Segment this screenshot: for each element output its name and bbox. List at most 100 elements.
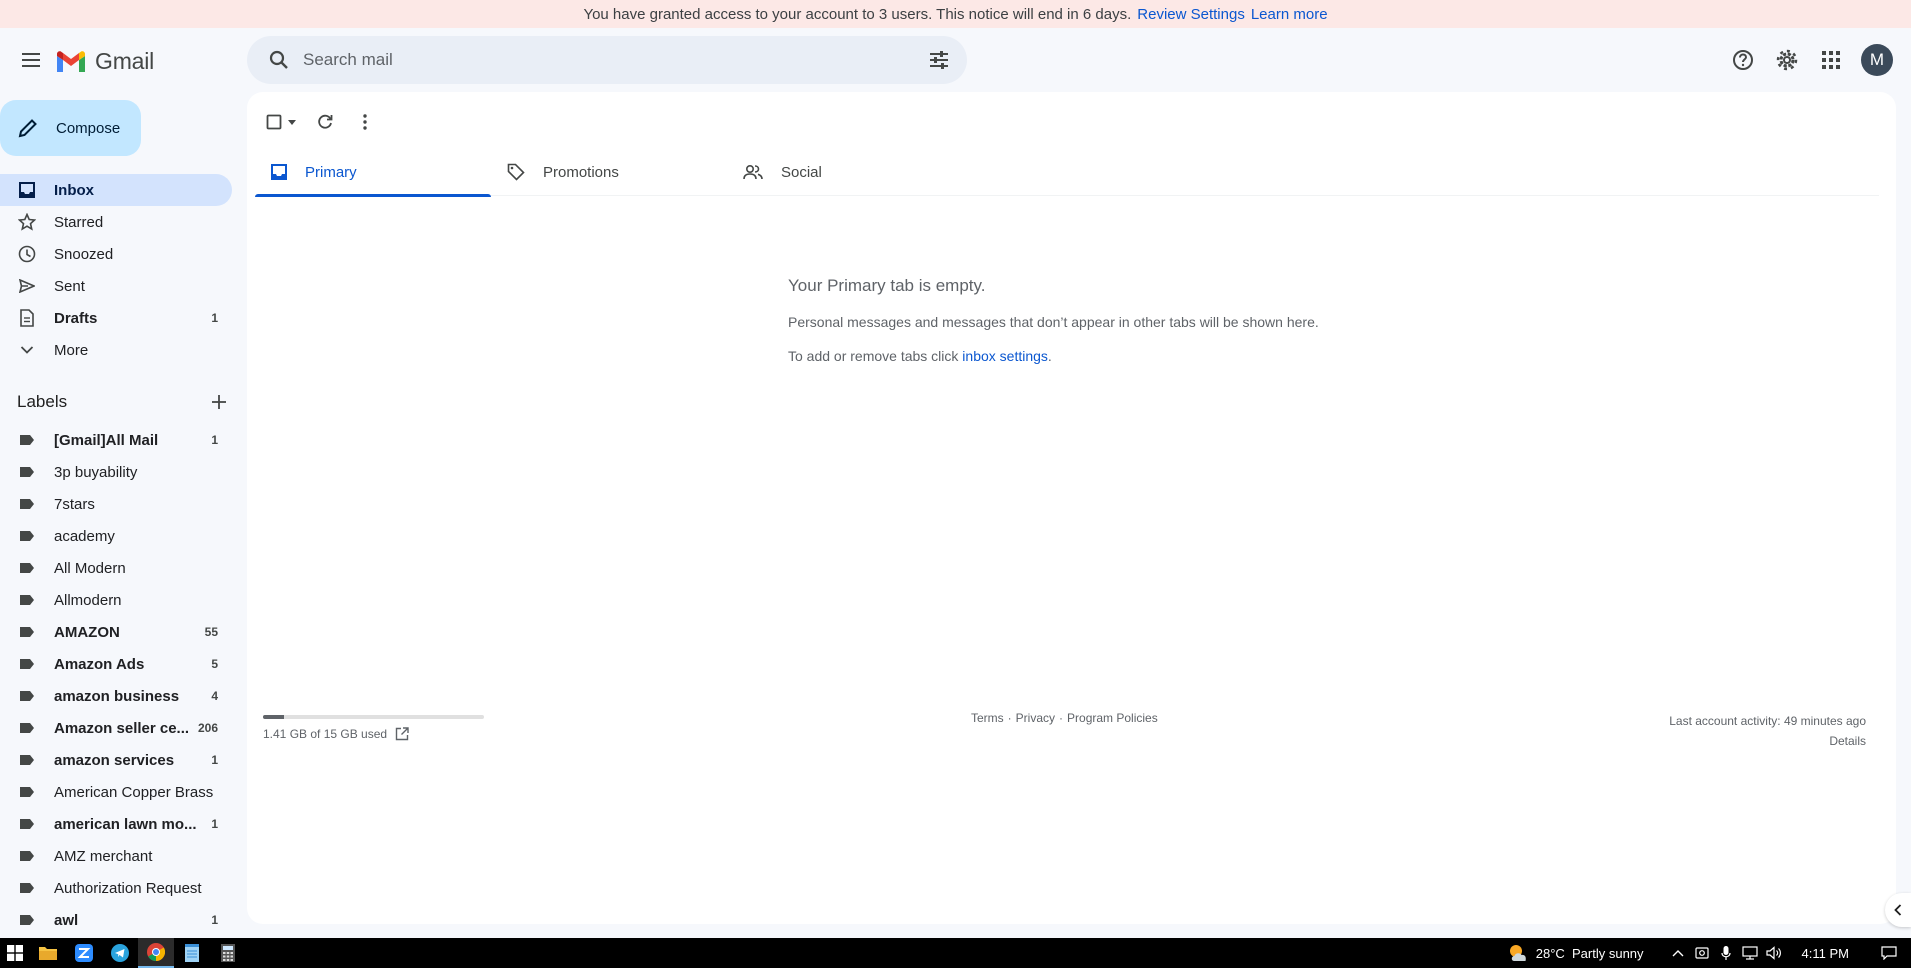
label-item[interactable]: 3p buyability bbox=[0, 456, 232, 488]
create-label-button[interactable] bbox=[211, 394, 227, 410]
taskbar-file-explorer[interactable] bbox=[30, 938, 66, 968]
windows-start-icon bbox=[7, 945, 23, 961]
volume-button[interactable] bbox=[1762, 938, 1786, 968]
program-policies-link[interactable]: Program Policies bbox=[1067, 711, 1158, 725]
label-icon bbox=[18, 783, 36, 801]
label-item[interactable]: AMZ merchant bbox=[0, 840, 232, 872]
search-button[interactable] bbox=[259, 40, 299, 80]
learn-more-link[interactable]: Learn more bbox=[1251, 6, 1328, 23]
clock-icon bbox=[18, 245, 36, 263]
label-item[interactable]: academy bbox=[0, 520, 232, 552]
nav-item-drafts[interactable]: Drafts 1 bbox=[0, 302, 232, 334]
system-tray: 28°C Partly sunny 4:11 PM bbox=[1508, 938, 1911, 968]
label-icon bbox=[18, 655, 36, 673]
open-in-new-icon bbox=[395, 727, 409, 741]
label-item[interactable]: Amazon seller ce... 206 bbox=[0, 712, 232, 744]
label-item[interactable]: AMAZON 55 bbox=[0, 616, 232, 648]
taskbar-zoom[interactable] bbox=[66, 938, 102, 968]
nav-count: 1 bbox=[211, 311, 218, 325]
microphone-icon bbox=[1720, 945, 1731, 961]
taskbar-chrome[interactable] bbox=[138, 938, 174, 968]
label-item[interactable]: awl 1 bbox=[0, 904, 232, 936]
tab-promotions[interactable]: Promotions bbox=[491, 148, 727, 196]
people-icon bbox=[743, 164, 763, 180]
meet-now-button[interactable] bbox=[1690, 938, 1714, 968]
support-button[interactable] bbox=[1721, 38, 1765, 82]
side-panel-toggle[interactable] bbox=[1885, 893, 1911, 927]
calculator-icon bbox=[221, 944, 235, 962]
nav-label: Drafts bbox=[54, 309, 98, 327]
action-center-button[interactable] bbox=[1877, 938, 1901, 968]
compose-button[interactable]: Compose bbox=[0, 100, 141, 156]
empty-title: Your Primary tab is empty. bbox=[788, 276, 986, 295]
header-actions: M bbox=[1721, 36, 1911, 84]
account-avatar[interactable]: M bbox=[1861, 44, 1893, 76]
label-name: American Copper Brass bbox=[54, 783, 214, 801]
clock-text[interactable]: 4:11 PM bbox=[1802, 946, 1849, 961]
taskbar-telegram[interactable] bbox=[102, 938, 138, 968]
label-name: AMAZON bbox=[54, 623, 120, 641]
file-explorer-icon bbox=[39, 946, 57, 960]
show-hidden-icons-button[interactable] bbox=[1666, 938, 1690, 968]
label-name: academy bbox=[54, 527, 115, 545]
gmail-logo-link[interactable]: Gmail bbox=[55, 48, 154, 75]
nav-item-inbox[interactable]: Inbox bbox=[0, 174, 232, 206]
label-item[interactable]: amazon business 4 bbox=[0, 680, 232, 712]
label-icon bbox=[18, 623, 36, 641]
select-checkbox-button[interactable] bbox=[257, 102, 305, 142]
tab-primary[interactable]: Primary bbox=[255, 148, 491, 197]
privacy-link[interactable]: Privacy bbox=[1016, 711, 1055, 725]
refresh-button[interactable] bbox=[305, 102, 345, 142]
search-bar bbox=[247, 36, 967, 84]
taskbar-calculator[interactable] bbox=[210, 938, 246, 968]
review-settings-link[interactable]: Review Settings bbox=[1137, 6, 1245, 23]
main-menu-button[interactable] bbox=[10, 38, 54, 82]
settings-button[interactable] bbox=[1765, 38, 1809, 82]
details-link[interactable]: Details bbox=[1669, 731, 1866, 751]
label-item[interactable]: 7stars bbox=[0, 488, 232, 520]
label-item[interactable]: american lawn mo... 1 bbox=[0, 808, 232, 840]
labels-list: [Gmail]All Mail 1 3p buyability 7stars acade… bbox=[0, 424, 232, 936]
empty-hint: To add or remove tabs click inbox settin… bbox=[788, 348, 1319, 364]
nav-label: More bbox=[54, 341, 89, 359]
chevron-left-icon bbox=[1894, 904, 1902, 916]
label-item[interactable]: Authorization Request bbox=[0, 872, 232, 904]
empty-state: Your Primary tab is empty. Personal mess… bbox=[788, 276, 1319, 364]
nav-item-starred[interactable]: Starred bbox=[0, 206, 232, 238]
label-item[interactable]: American Copper Brass bbox=[0, 776, 232, 808]
nav-item-snoozed[interactable]: Snoozed bbox=[0, 238, 232, 270]
inbox-settings-link[interactable]: inbox settings bbox=[962, 348, 1048, 364]
taskbar-notepad[interactable] bbox=[174, 938, 210, 968]
label-name: Amazon seller ce... bbox=[54, 719, 190, 737]
label-item[interactable]: Amazon Ads 5 bbox=[0, 648, 232, 680]
notepad-icon bbox=[185, 944, 199, 962]
volume-icon bbox=[1765, 946, 1782, 960]
label-count: 1 bbox=[211, 433, 218, 447]
main-panel: Primary Promotions Social Your Primary t… bbox=[247, 92, 1896, 924]
google-apps-button[interactable] bbox=[1809, 38, 1853, 82]
category-tabs: Primary Promotions Social bbox=[255, 148, 1879, 197]
tab-social[interactable]: Social bbox=[727, 148, 963, 196]
search-input[interactable] bbox=[303, 50, 919, 70]
terms-link[interactable]: Terms bbox=[971, 711, 1004, 725]
weather-text[interactable]: 28°C Partly sunny bbox=[1536, 946, 1644, 961]
label-count: 55 bbox=[204, 625, 218, 639]
settings-icon bbox=[1776, 49, 1798, 71]
access-notice-bar: You have granted access to your account … bbox=[0, 0, 1911, 28]
nav-item-sent[interactable]: Sent bbox=[0, 270, 232, 302]
label-item[interactable]: All Modern bbox=[0, 552, 232, 584]
network-button[interactable] bbox=[1738, 938, 1762, 968]
nav-label: Sent bbox=[54, 277, 85, 295]
label-item[interactable]: Allmodern bbox=[0, 584, 232, 616]
label-item[interactable]: amazon services 1 bbox=[0, 744, 232, 776]
nav-item-more[interactable]: More bbox=[0, 334, 232, 366]
microphone-button[interactable] bbox=[1714, 938, 1738, 968]
footer-links: Terms · Privacy · Program Policies bbox=[971, 711, 1158, 725]
search-options-button[interactable] bbox=[919, 40, 959, 80]
manage-storage-link[interactable] bbox=[395, 727, 409, 741]
more-options-button[interactable] bbox=[345, 102, 385, 142]
start-button[interactable] bbox=[0, 938, 30, 968]
label-item[interactable]: [Gmail]All Mail 1 bbox=[0, 424, 232, 456]
label-name: 7stars bbox=[54, 495, 95, 513]
header: Gmail M bbox=[0, 28, 1911, 92]
